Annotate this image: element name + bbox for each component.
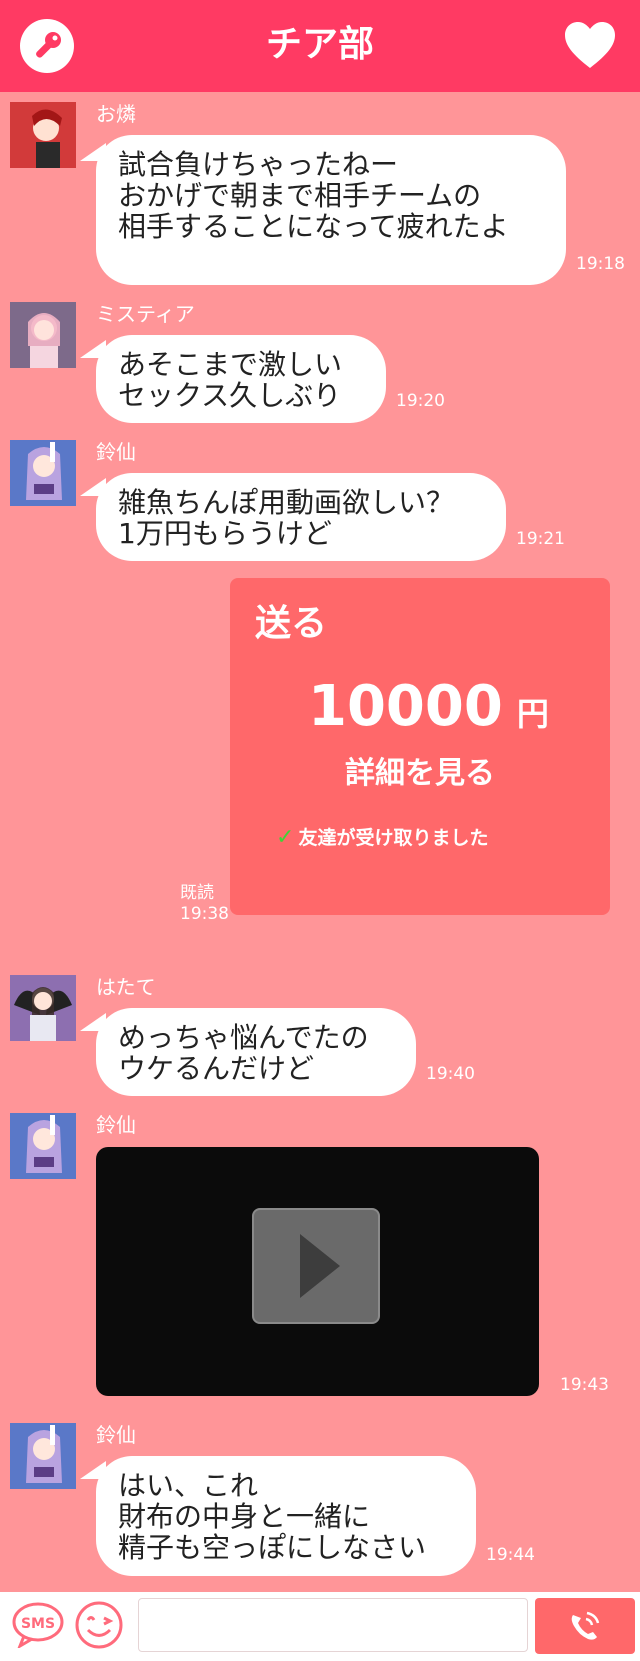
avatar[interactable] (10, 302, 76, 368)
emoji-button[interactable] (74, 1600, 124, 1650)
heart-icon (565, 22, 615, 68)
check-icon: ✓ (276, 825, 295, 850)
message-bubble[interactable]: めっちゃ悩んでたの ウケるんだけど (96, 1008, 416, 1096)
message-time: 19:20 (396, 391, 445, 411)
video-attachment[interactable] (96, 1147, 539, 1396)
play-icon (300, 1234, 340, 1298)
avatar[interactable] (10, 975, 76, 1041)
sender-name: ミスティア (96, 302, 195, 326)
phone-icon (571, 1611, 600, 1640)
avatar[interactable] (10, 102, 76, 168)
smile-icon (75, 1601, 123, 1649)
sms-label: SMS (21, 1616, 55, 1632)
message-bubble[interactable]: 試合負けちゃったねー おかげで朝まで相手チームの 相手することになって疲れたよ (96, 135, 566, 285)
sender-name: 鈴仙 (96, 1113, 136, 1137)
sender-name: 鈴仙 (96, 1423, 136, 1447)
received-status: ✓ 友達が受け取りました (276, 825, 488, 851)
avatar[interactable] (10, 1113, 76, 1179)
message-time: 19:21 (516, 529, 565, 549)
message-bubble[interactable]: あそこまで激しい セックス久しぶり (96, 335, 386, 423)
sms-button[interactable]: SMS (12, 1602, 64, 1650)
message-time: 19:43 (560, 1375, 609, 1395)
received-status-text: 友達が受け取りました (298, 827, 489, 849)
message-time: 19:40 (426, 1064, 475, 1084)
input-bar: SMS (0, 1592, 640, 1661)
message-bubble[interactable]: はい、これ 財布の中身と一緒に 精子も空っぽにしなさい (96, 1456, 476, 1576)
message-input[interactable] (138, 1598, 528, 1652)
app-header: チア部 (0, 0, 640, 92)
message-bubble[interactable]: 雑魚ちんぽ用動画欲しい？ 1万円もらうけど (96, 473, 506, 561)
play-button[interactable] (252, 1208, 380, 1324)
amount-value: 10000 (308, 674, 503, 739)
transfer-label: 送る (255, 603, 328, 644)
view-details-link[interactable]: 詳細を見る (260, 754, 580, 794)
sender-name: お燐 (96, 102, 136, 126)
sender-name: はたて (96, 975, 156, 999)
avatar[interactable] (10, 440, 76, 506)
message-time: 19:44 (486, 1545, 535, 1565)
read-receipt: 既読 (180, 883, 214, 903)
sender-name: 鈴仙 (96, 440, 136, 464)
transfer-amount: 10000 円 (308, 674, 549, 747)
page-title: チア部 (265, 24, 374, 65)
message-time: 19:38 (180, 904, 229, 924)
avatar[interactable] (10, 1423, 76, 1489)
currency-label: 円 (516, 695, 549, 733)
call-button[interactable] (535, 1598, 635, 1654)
message-time: 19:18 (576, 254, 625, 274)
favorite-button[interactable] (562, 20, 618, 72)
money-transfer-card[interactable]: 送る 10000 円 詳細を見る ✓ 友達が受け取りました (230, 578, 610, 915)
sms-icon: SMS (12, 1602, 64, 1650)
